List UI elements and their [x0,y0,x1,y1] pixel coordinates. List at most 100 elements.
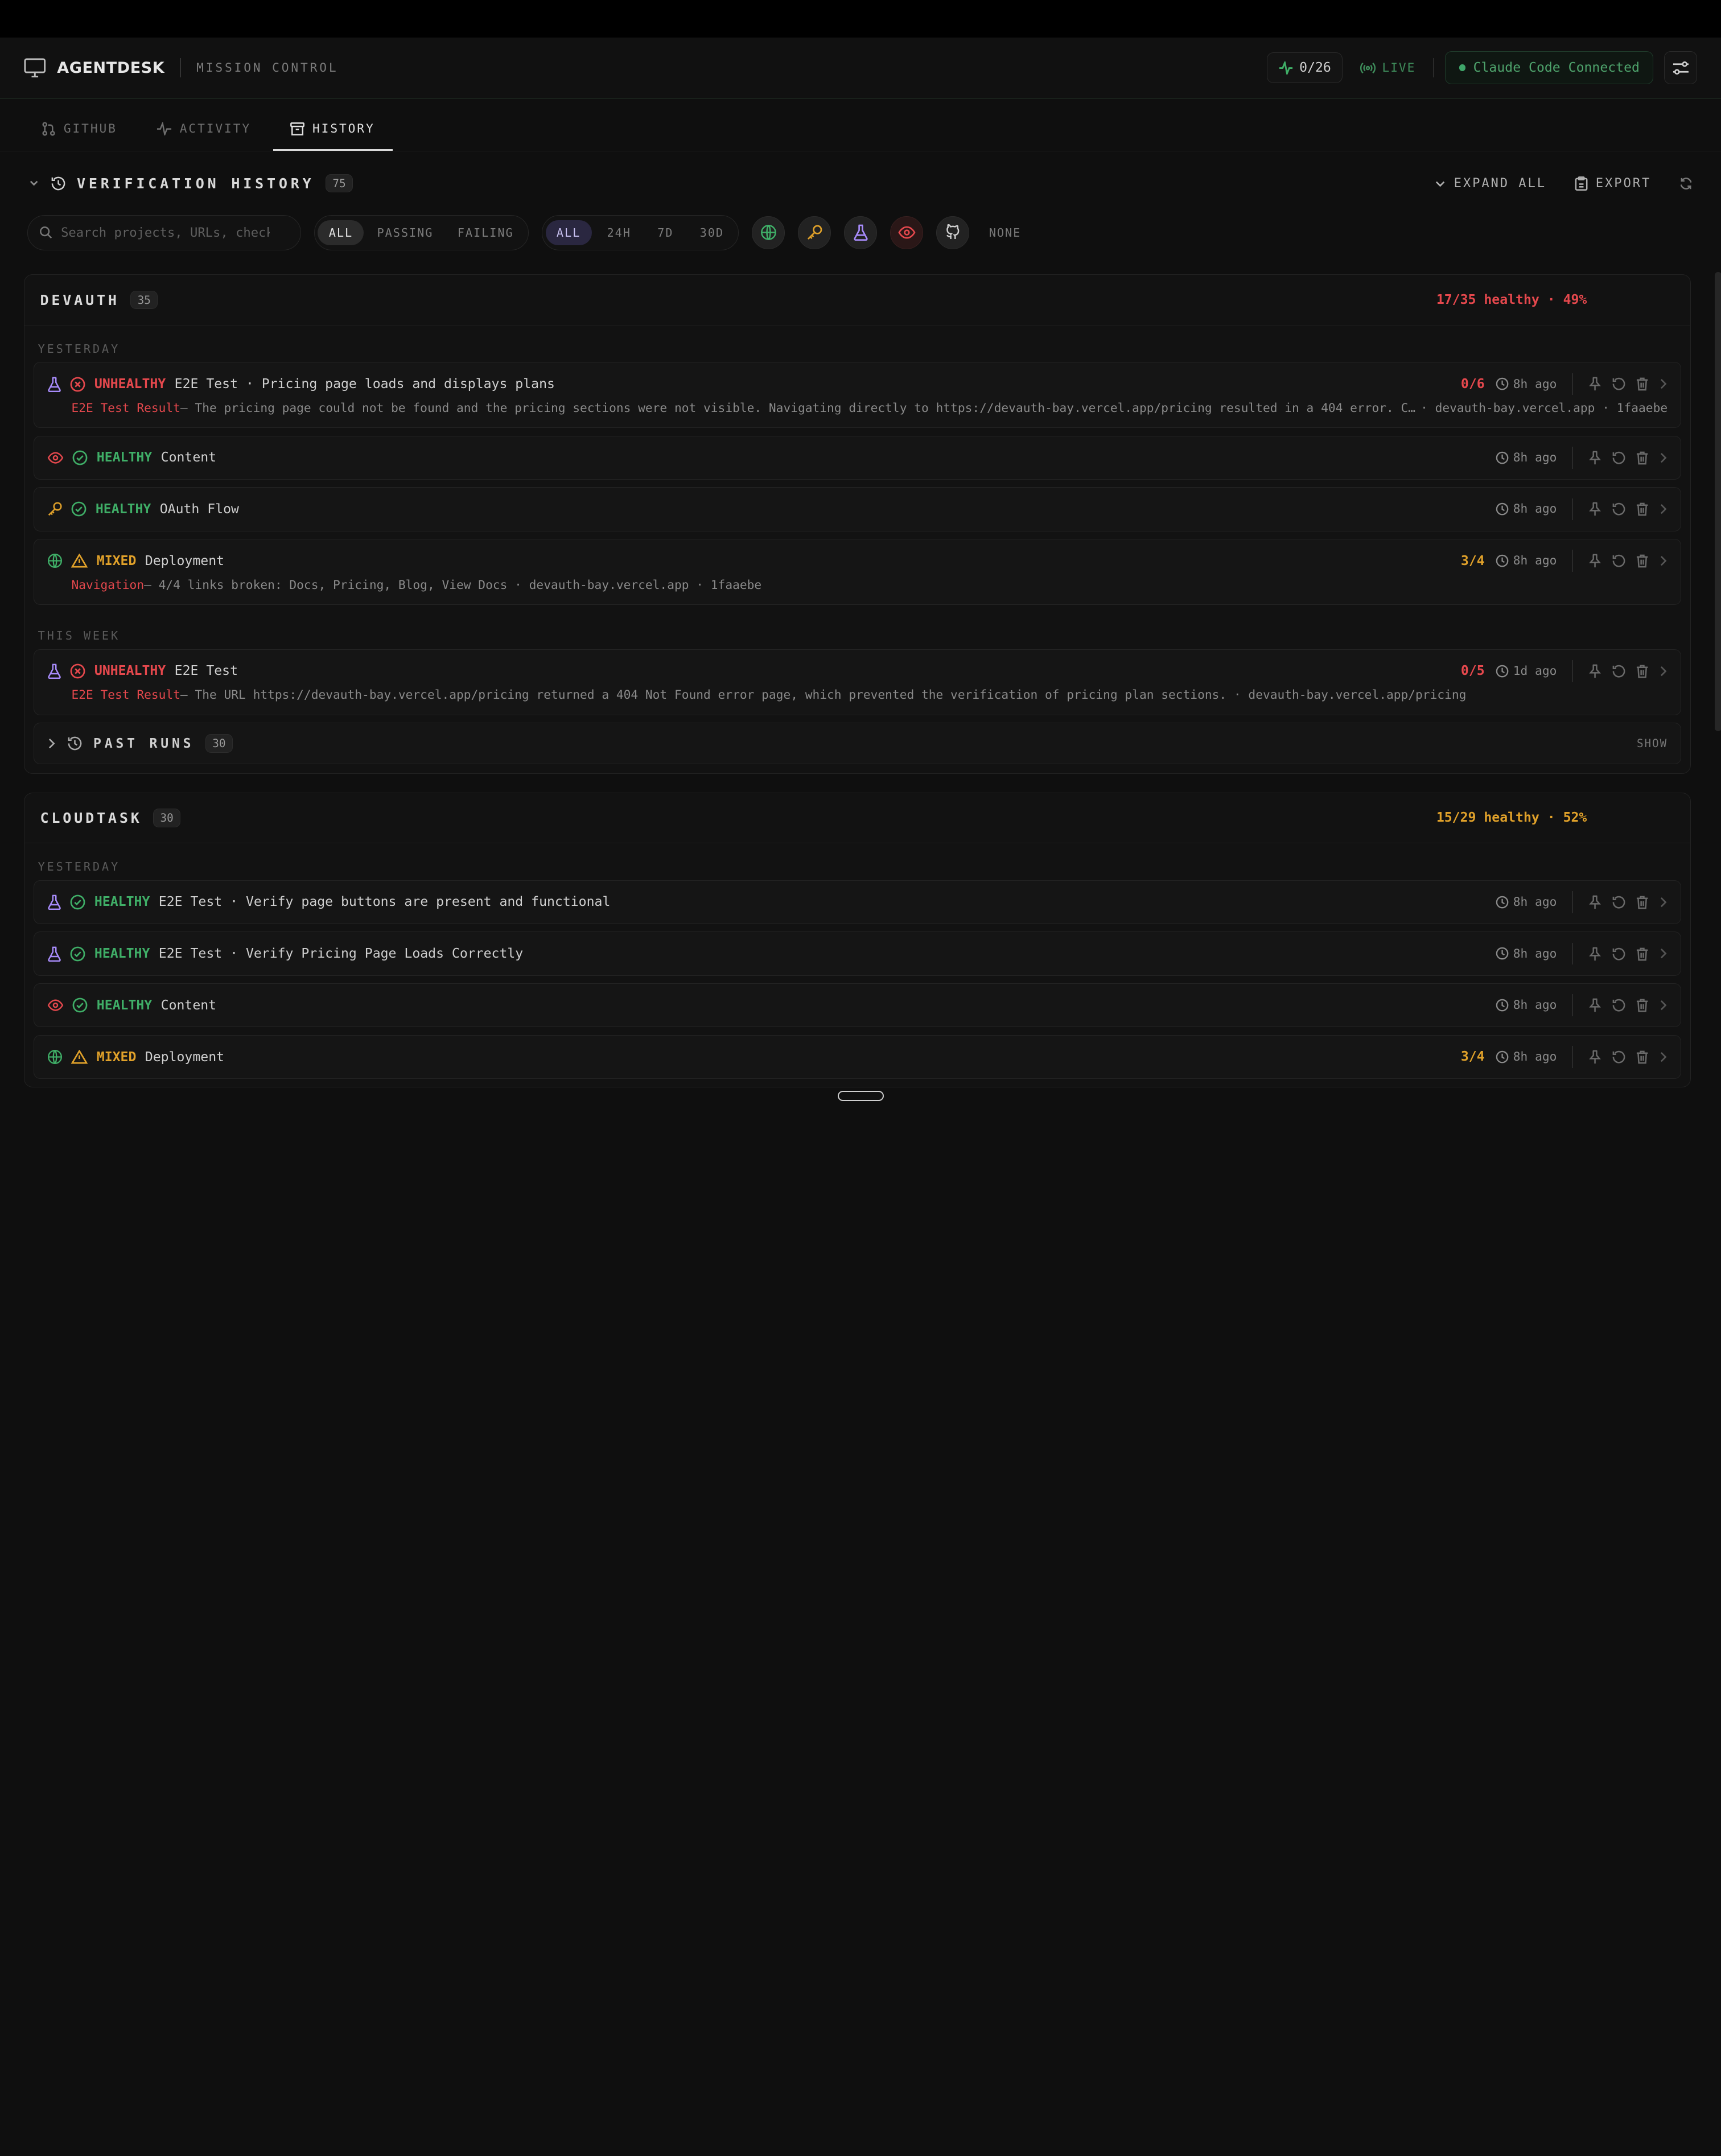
range-filter-all[interactable]: ALL [545,220,592,245]
collapse-chevron-icon[interactable] [28,178,39,188]
history-row[interactable]: HEALTHY Content 8h ago [33,435,1682,480]
history-icon [51,176,66,191]
expand-all-button[interactable]: EXPAND ALL [1434,176,1546,191]
check-circle-icon [70,894,85,910]
row-actions [1588,664,1668,678]
filter-github[interactable] [936,216,970,249]
trash-icon[interactable] [1636,895,1649,909]
brand-divider [180,57,182,78]
show-past-runs-button[interactable]: SHOW [1637,737,1668,750]
row-actions [1588,947,1668,961]
row-check-name: Deployment [145,1049,225,1065]
range-filter-24h[interactable]: 24H [596,220,642,245]
row-main: HEALTHY Content 8h ago [47,436,1668,479]
history-row[interactable]: HEALTHY E2E Test · Verify Pricing Page L… [33,931,1682,976]
row-right: 8h ago [1496,498,1668,521]
chevron-right-icon[interactable] [1659,896,1668,908]
trash-icon[interactable] [1636,664,1649,678]
history-row[interactable]: HEALTHY Content 8h ago [33,983,1682,1028]
tab-history[interactable]: HISTORY [273,122,393,151]
history-row[interactable]: UNHEALTHY E2E Test 0/5 1d ago E2E Test R… [33,649,1682,715]
check-circle-icon [70,946,85,962]
rerun-icon[interactable] [1612,377,1626,391]
trash-icon[interactable] [1636,377,1649,391]
history-row[interactable]: UNHEALTHY E2E Test · Pricing page loads … [33,362,1682,428]
chevron-right-icon[interactable] [1659,555,1668,567]
past-runs-row[interactable]: PAST RUNS 30 SHOW [33,723,1682,765]
pin-icon[interactable] [1588,998,1601,1012]
window-top-bar [0,0,1721,38]
row-check-name: Content [160,997,217,1013]
settings-button[interactable] [1664,51,1698,85]
scrollbar[interactable] [1715,272,1721,731]
pin-icon[interactable] [1588,377,1601,391]
trash-icon[interactable] [1636,1050,1649,1064]
range-filter-30d[interactable]: 30D [689,220,735,245]
trash-icon[interactable] [1636,998,1649,1012]
filter-oauth[interactable] [798,216,831,249]
tab-activity[interactable]: ACTIVITY [139,122,269,151]
trash-icon[interactable] [1636,947,1649,961]
row-check-name: E2E Test [174,663,238,679]
refresh-button[interactable] [1679,177,1693,190]
pin-icon[interactable] [1588,947,1601,961]
rerun-icon[interactable] [1612,451,1626,465]
rerun-icon[interactable] [1612,554,1626,568]
project-header[interactable]: CLOUDTASK 30 15/29 healthy · 52% [24,793,1690,844]
history-row[interactable]: HEALTHY OAuth Flow 8h ago [33,487,1682,531]
tab-github[interactable]: GITHUB [24,122,134,151]
trash-icon[interactable] [1636,554,1649,568]
chevron-right-icon[interactable] [1659,947,1668,959]
chevron-right-icon[interactable] [1659,999,1668,1011]
git-pull-request-icon [42,122,56,136]
filter-content[interactable] [890,216,924,249]
export-button[interactable]: EXPORT [1575,176,1651,191]
history-row[interactable]: HEALTHY E2E Test · Verify page buttons a… [33,880,1682,924]
pin-icon[interactable] [1588,502,1601,516]
row-status: HEALTHY [96,997,153,1013]
chevron-right-icon[interactable] [1659,452,1668,464]
activity-counter[interactable]: 0/26 [1267,52,1343,84]
rerun-icon[interactable] [1612,947,1626,961]
filter-none[interactable]: NONE [989,226,1021,240]
pin-icon[interactable] [1588,895,1601,909]
filter-e2e[interactable] [844,216,878,249]
chevron-right-icon[interactable] [1659,378,1668,390]
chevron-right-icon[interactable] [1659,503,1668,515]
search-box [27,215,301,250]
history-row[interactable]: MIXED Deployment 3/4 8h ago Navigation —… [33,539,1682,605]
trash-icon[interactable] [1636,451,1649,465]
trash-icon[interactable] [1636,502,1649,516]
activity-icon [157,122,172,136]
clock-icon [1496,999,1509,1012]
row-actions [1588,998,1668,1012]
pin-icon[interactable] [1588,554,1601,568]
pin-icon[interactable] [1588,1050,1601,1064]
status-filter-all[interactable]: ALL [318,220,364,245]
status-filter-passing[interactable]: PASSING [366,220,444,245]
project-header[interactable]: DEVAUTH 35 17/35 healthy · 49% [24,275,1690,325]
status-filter-failing[interactable]: FAILING [446,220,524,245]
row-check-name: OAuth Flow [159,501,239,517]
row-main: HEALTHY OAuth Flow 8h ago [47,488,1668,530]
range-filter-7d[interactable]: 7D [647,220,685,245]
row-right: 0/5 1d ago [1461,660,1668,682]
filter-deployment[interactable] [752,216,785,249]
rerun-icon[interactable] [1612,1050,1626,1064]
rerun-icon[interactable] [1612,998,1626,1012]
chevron-right-icon[interactable] [1659,1051,1668,1063]
rerun-icon[interactable] [1612,502,1626,516]
row-main: MIXED Deployment 3/4 8h ago [47,1036,1668,1078]
project-count-badge: 35 [130,290,158,310]
history-row[interactable]: MIXED Deployment 3/4 8h ago [33,1034,1682,1079]
detail-message: — The pricing page could not be found an… [180,401,1418,415]
rerun-icon[interactable] [1612,895,1626,909]
project-health: 17/35 healthy · 49% [1436,292,1587,308]
chevron-right-icon[interactable] [1659,665,1668,677]
pin-icon[interactable] [1588,451,1601,465]
search-input[interactable] [61,225,270,240]
section-header: VERIFICATION HISTORY 75 EXPAND ALL EXPOR… [0,151,1721,215]
pin-icon[interactable] [1588,664,1601,678]
connection-status[interactable]: Claude Code Connected [1445,51,1654,85]
rerun-icon[interactable] [1612,664,1626,678]
